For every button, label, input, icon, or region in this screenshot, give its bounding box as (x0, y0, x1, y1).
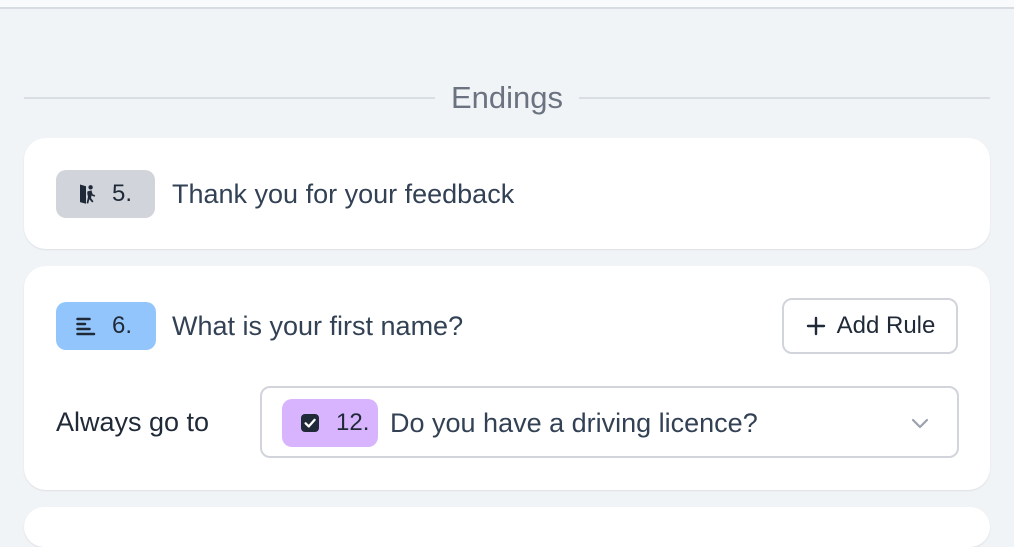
always-go-to-label: Always go to (56, 407, 210, 437)
ending-number-badge: 5. (56, 170, 155, 218)
target-question-number: 12. (336, 409, 370, 436)
chevron-down-icon[interactable] (909, 412, 931, 434)
next-card-partial (24, 507, 990, 547)
endings-divider: Endings (24, 74, 990, 122)
always-go-to-select[interactable]: 12. Do you have a driving licence? (260, 386, 959, 458)
target-question-title: Do you have a driving licence? (390, 408, 758, 438)
question-number-badge: 6. (56, 302, 156, 350)
checkbox-icon (298, 411, 322, 435)
question-title[interactable]: What is your first name? (172, 302, 463, 350)
divider-line-left (24, 97, 435, 99)
section-title: Endings (450, 80, 564, 115)
target-question-badge: 12. (282, 399, 378, 447)
plus-icon (805, 315, 827, 337)
ending-title[interactable]: Thank you for your feedback (172, 170, 514, 218)
question-logic-card[interactable]: 6. What is your first name? Add Rule Alw… (24, 266, 990, 490)
ending-number: 5. (112, 180, 133, 207)
top-bar-border (0, 0, 1014, 9)
short-text-icon (74, 314, 98, 338)
exit-icon (74, 182, 98, 206)
add-rule-label: Add Rule (836, 312, 936, 339)
question-number: 6. (112, 312, 133, 339)
divider-line-right (579, 97, 990, 99)
add-rule-button[interactable]: Add Rule (782, 298, 958, 354)
ending-card[interactable]: 5. Thank you for your feedback (24, 138, 990, 249)
